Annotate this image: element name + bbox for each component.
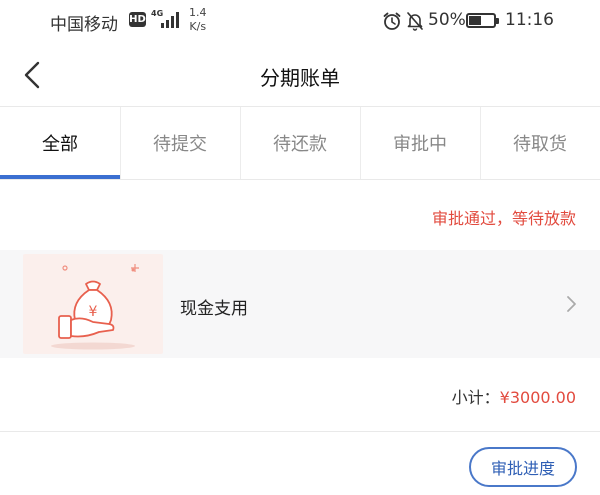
tab-bar: 全部 待提交 待还款 审批中 待取货	[0, 107, 600, 179]
footer-divider	[0, 431, 600, 432]
tab-pending-pickup[interactable]: 待取货	[480, 107, 600, 179]
tab-all[interactable]: 全部	[0, 107, 120, 179]
tabs-divider	[0, 179, 600, 180]
carrier-name: 中国移动	[50, 15, 118, 35]
tab-pending-repayment[interactable]: 待还款	[240, 107, 360, 179]
money-bag-hand-icon: ¥	[23, 254, 163, 354]
mute-icon	[407, 12, 423, 31]
chevron-right-icon	[567, 296, 576, 312]
title-bar: 分期账单	[0, 42, 600, 106]
svg-text:¥: ¥	[89, 304, 98, 320]
tab-under-review[interactable]: 审批中	[360, 107, 480, 179]
tab-pending-submit[interactable]: 待提交	[120, 107, 240, 179]
battery-percent: 50%	[428, 10, 466, 30]
signal-icon	[161, 12, 179, 28]
approval-progress-button[interactable]: 审批进度	[469, 447, 577, 487]
status-bar: 中国移动 HD 4G 1.4 K/s 50% 11:16	[0, 0, 600, 42]
subtotal-label: 小计：	[451, 388, 500, 407]
battery-level	[469, 16, 481, 25]
subtotal: 小计：¥3000.00	[452, 384, 576, 408]
order-status: 审批通过，等待放款	[431, 209, 576, 228]
speed-value: 1.4	[189, 6, 207, 19]
alarm-icon	[383, 12, 401, 30]
network-speed: 1.4 K/s	[189, 6, 207, 34]
item-name: 现金支用	[180, 299, 248, 319]
subtotal-amount: ¥3000.00	[499, 388, 576, 407]
battery-icon	[466, 13, 499, 28]
clock-time: 11:16	[505, 10, 554, 30]
order-item[interactable]: ¥ 现金支用	[0, 250, 600, 358]
page-title: 分期账单	[260, 66, 340, 90]
hd-badge: HD	[129, 12, 146, 27]
speed-unit: K/s	[189, 20, 207, 33]
